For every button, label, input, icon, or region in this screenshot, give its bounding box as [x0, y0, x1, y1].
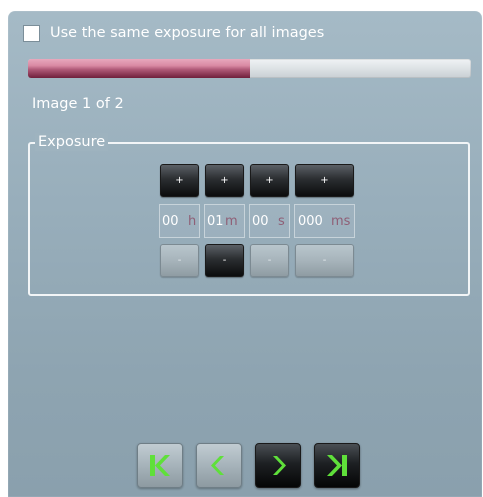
- exposure-panel: Use the same exposure for all images Ima…: [8, 11, 482, 497]
- previous-image-icon: [211, 456, 224, 475]
- milliseconds-value: 000: [298, 214, 323, 229]
- first-image-icon: [150, 455, 170, 476]
- same-exposure-checkbox[interactable]: [23, 25, 40, 42]
- milliseconds-field[interactable]: 000 ms: [294, 204, 355, 238]
- milliseconds-increment-button[interactable]: +: [295, 164, 354, 197]
- minutes-increment-button[interactable]: +: [205, 164, 244, 197]
- next-image-icon: [273, 456, 286, 475]
- progress-bar: [28, 59, 471, 78]
- minutes-value: 01: [207, 214, 224, 229]
- minutes-increment-label: +: [220, 175, 229, 186]
- milliseconds-decrement-label: -: [322, 255, 327, 266]
- hours-decrement-button[interactable]: -: [160, 244, 199, 277]
- seconds-increment-label: +: [265, 175, 274, 186]
- hours-increment-button[interactable]: +: [160, 164, 199, 197]
- first-image-button[interactable]: [137, 443, 183, 488]
- milliseconds-unit: ms: [331, 214, 351, 229]
- seconds-value: 00: [252, 214, 269, 229]
- progress-fill: [28, 59, 250, 78]
- next-image-button[interactable]: [255, 443, 301, 488]
- same-exposure-label: Use the same exposure for all images: [50, 25, 325, 41]
- hours-value: 00: [162, 214, 179, 229]
- hours-field[interactable]: 00 h: [159, 204, 200, 238]
- minutes-decrement-label: -: [222, 255, 227, 266]
- hours-decrement-label: -: [177, 255, 182, 266]
- seconds-increment-button[interactable]: +: [250, 164, 289, 197]
- exposure-group: Exposure + + + + 00 h 01 m 00 s 000 ms -…: [28, 133, 470, 296]
- minutes-unit: m: [225, 214, 238, 229]
- milliseconds-decrement-button[interactable]: -: [295, 244, 354, 277]
- image-counter: Image 1 of 2: [32, 96, 124, 112]
- seconds-unit: s: [278, 214, 285, 229]
- exposure-legend: Exposure: [35, 133, 109, 151]
- minutes-field[interactable]: 01 m: [204, 204, 245, 238]
- seconds-decrement-label: -: [267, 255, 272, 266]
- seconds-field[interactable]: 00 s: [249, 204, 290, 238]
- hours-increment-label: +: [175, 175, 184, 186]
- minutes-decrement-button[interactable]: -: [205, 244, 244, 277]
- last-image-icon: [327, 455, 347, 476]
- hours-unit: h: [188, 214, 197, 229]
- previous-image-button[interactable]: [196, 443, 242, 488]
- milliseconds-increment-label: +: [320, 175, 329, 186]
- last-image-button[interactable]: [314, 443, 360, 488]
- seconds-decrement-button[interactable]: -: [250, 244, 289, 277]
